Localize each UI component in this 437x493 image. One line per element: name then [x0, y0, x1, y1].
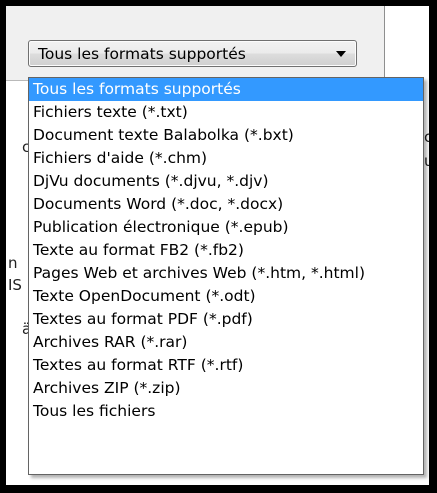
- dropdown-option[interactable]: Tous les formats supportés: [29, 78, 423, 101]
- dropdown-option[interactable]: Documents Word (*.doc, *.docx): [29, 193, 423, 216]
- dropdown-option[interactable]: Texte au format FB2 (*.fb2): [29, 239, 423, 262]
- dialog-background-right: [386, 6, 429, 80]
- chevron-down-icon[interactable]: [336, 51, 346, 57]
- background-text-fragment: u: [424, 152, 429, 170]
- dropdown-option[interactable]: Textes au format RTF (*.rtf): [29, 354, 423, 377]
- app-window: c n IS ä c u Tous les formats supportés …: [6, 6, 429, 485]
- dropdown-option[interactable]: Document texte Balabolka (*.bxt): [29, 124, 423, 147]
- option-list: Tous les formats supportés Fichiers texte…: [29, 78, 423, 423]
- dropdown-option[interactable]: Archives RAR (*.rar): [29, 331, 423, 354]
- file-format-combobox[interactable]: Tous les formats supportés: [28, 40, 357, 67]
- background-text-fragment: IS: [8, 276, 22, 294]
- dropdown-option[interactable]: Tous les fichiers: [29, 400, 423, 423]
- file-format-dropdown-list[interactable]: Tous les formats supportés Fichiers texte…: [28, 77, 424, 475]
- background-text-fragment: c: [424, 128, 429, 146]
- background-text-fragment: n: [8, 254, 18, 272]
- dropdown-option[interactable]: Fichiers texte (*.txt): [29, 101, 423, 124]
- dropdown-option[interactable]: Textes au format PDF (*.pdf): [29, 308, 423, 331]
- dropdown-option[interactable]: Publication électronique (*.epub): [29, 216, 423, 239]
- dropdown-option[interactable]: Pages Web et archives Web (*.htm, *.html…: [29, 262, 423, 285]
- dropdown-option[interactable]: Texte OpenDocument (*.odt): [29, 285, 423, 308]
- combobox-selected-value: Tous les formats supportés: [38, 45, 246, 63]
- dropdown-option[interactable]: DjVu documents (*.djvu, *.djv): [29, 170, 423, 193]
- dropdown-option[interactable]: Archives ZIP (*.zip): [29, 377, 423, 400]
- dropdown-option[interactable]: Fichiers d'aide (*.chm): [29, 147, 423, 170]
